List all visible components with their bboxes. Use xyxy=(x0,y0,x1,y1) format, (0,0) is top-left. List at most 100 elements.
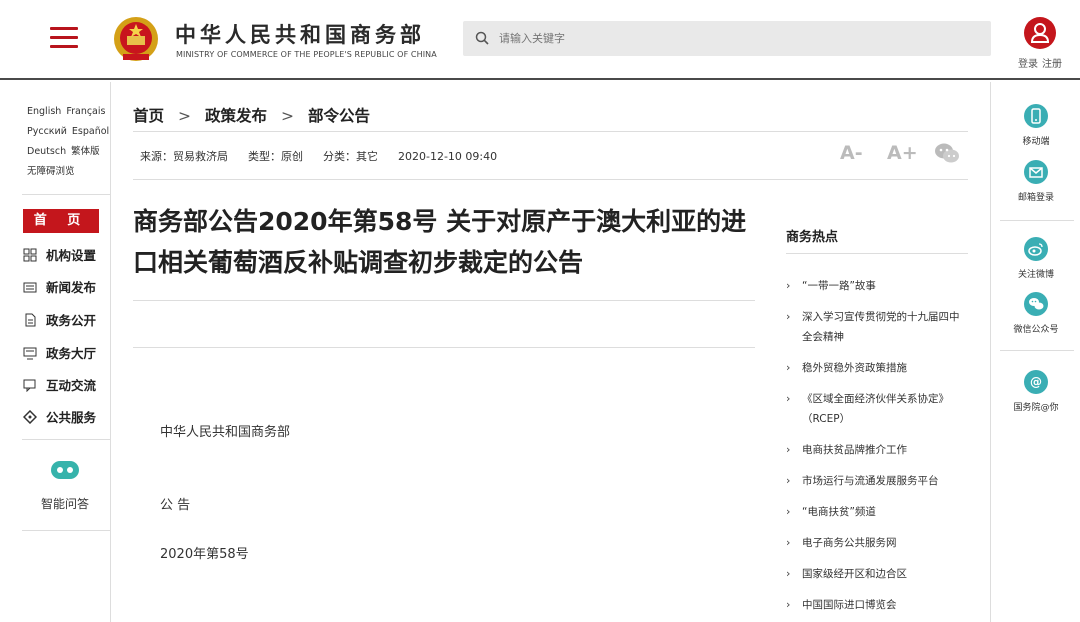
smart-qa-label: 智能问答 xyxy=(40,497,89,511)
smart-qa-button[interactable]: 智能问答 xyxy=(30,459,100,512)
hot-topic-item[interactable]: › 稳外贸稳外资政策措施 xyxy=(786,358,968,378)
hot-topic-item[interactable]: › “一带一路”故事 xyxy=(786,276,968,296)
hot-topics-section: 商务热点 xyxy=(786,226,968,245)
hot-topic-item[interactable]: › 中国国际进口博览会 xyxy=(786,595,968,615)
site-header: 中华人民共和国商务部 MINISTRY OF COMMERCE OF THE P… xyxy=(0,0,1080,80)
hot-topic-item[interactable]: › 电商扶贫品牌推介工作 xyxy=(786,440,968,460)
chevron-right-icon: › xyxy=(786,536,791,549)
chevron-right-icon: > xyxy=(281,107,295,125)
chevron-right-icon: › xyxy=(786,505,791,518)
diamond-icon xyxy=(23,410,37,424)
search-box xyxy=(463,21,991,56)
mail-icon xyxy=(1024,160,1048,184)
divider xyxy=(22,530,110,531)
hot-topic-item[interactable]: › 市场运行与流通发展服务平台 xyxy=(786,471,968,491)
nav-item-label: 互动交流 xyxy=(46,378,97,393)
nav-item-service-hall[interactable]: 政务大厅 xyxy=(23,343,109,363)
divider xyxy=(133,131,968,132)
font-increase-button[interactable]: A+ xyxy=(887,142,918,164)
article-paragraph: 2020年第58号 xyxy=(160,547,249,562)
article-meta: 来源：贸易救济局 类型：原创 分类：其它 2020-12-10 09:40 xyxy=(140,148,517,164)
hot-topics-title: 商务热点 xyxy=(786,230,839,245)
nav-item-organization[interactable]: 机构设置 xyxy=(23,245,109,265)
site-name-cn: 中华人民共和国商务部 xyxy=(175,23,425,47)
email-login-button[interactable]: 邮箱登录 xyxy=(1000,160,1072,203)
nav-item-label: 政务公开 xyxy=(46,313,97,328)
document-icon xyxy=(25,313,36,327)
wechat-share-icon[interactable] xyxy=(934,142,960,164)
breadcrumb-announcements[interactable]: 部令公告 xyxy=(308,107,370,125)
meta-source: 来源：贸易救济局 xyxy=(140,150,228,163)
user-account-icon[interactable] xyxy=(1024,17,1056,49)
login-links: 登录 注册 xyxy=(1018,55,1066,70)
chevron-right-icon: > xyxy=(178,107,192,125)
weibo-icon xyxy=(1024,237,1048,261)
divider xyxy=(133,300,755,301)
mobile-icon xyxy=(1024,104,1048,128)
wechat-icon xyxy=(1024,292,1048,316)
lang-french[interactable]: Français xyxy=(66,106,105,117)
hot-topic-item[interactable]: › 《区域全面经济伙伴关系协定》（RCEP） xyxy=(786,389,968,429)
search-icon[interactable] xyxy=(475,31,489,45)
article-paragraph: 公 告 xyxy=(160,498,191,513)
nav-item-disclosure[interactable]: 政务公开 xyxy=(23,310,109,330)
chevron-right-icon: › xyxy=(786,310,791,323)
nav-item-interaction[interactable]: 互动交流 xyxy=(23,375,109,395)
meta-category: 分类：其它 xyxy=(323,150,378,163)
divider xyxy=(22,194,110,195)
lang-english[interactable]: English xyxy=(27,106,61,117)
chevron-right-icon: › xyxy=(786,443,791,456)
register-link[interactable]: 注册 xyxy=(1042,59,1062,70)
meta-type: 类型：原创 xyxy=(248,150,303,163)
hot-topic-item[interactable]: › 电子商务公共服务网 xyxy=(786,533,968,553)
chevron-right-icon: › xyxy=(786,567,791,580)
chevron-right-icon: › xyxy=(786,392,791,405)
divider xyxy=(133,179,968,180)
chevron-right-icon: › xyxy=(786,279,791,292)
nav-item-public-service[interactable]: 公共服务 xyxy=(23,407,109,427)
lang-german[interactable]: Deutsch xyxy=(27,146,66,157)
site-name-en: MINISTRY OF COMMERCE OF THE PEOPLE'S REP… xyxy=(176,50,437,59)
lang-russian[interactable]: Русский xyxy=(27,126,67,137)
divider xyxy=(133,347,755,348)
breadcrumb-policy[interactable]: 政策发布 xyxy=(205,107,267,125)
divider xyxy=(22,439,110,440)
nav-item-label: 机构设置 xyxy=(46,248,97,263)
hot-topic-item[interactable]: › 深入学习宣传贯彻党的十九届四中全会精神 xyxy=(786,307,968,347)
divider xyxy=(786,253,968,254)
nav-home-button[interactable]: 首 页 xyxy=(23,209,99,233)
state-council-button[interactable]: @ 国务院@你 xyxy=(1000,370,1072,413)
breadcrumb: 首页 > 政策发布 > 部令公告 xyxy=(133,104,370,126)
hot-topic-item[interactable]: › 国家级经开区和边合区 xyxy=(786,564,968,584)
at-sign-icon: @ xyxy=(1024,370,1048,394)
wechat-account-button[interactable]: 微信公众号 xyxy=(1000,292,1072,335)
nav-item-label: 新闻发布 xyxy=(46,280,97,295)
article-paragraph: 中华人民共和国商务部 xyxy=(160,425,291,440)
nav-item-news[interactable]: 新闻发布 xyxy=(23,277,109,297)
breadcrumb-home[interactable]: 首页 xyxy=(133,107,164,125)
language-list: English Français Русский Español Deutsch 繁体… xyxy=(27,102,109,182)
chevron-right-icon: › xyxy=(786,361,791,374)
robot-icon xyxy=(51,461,79,479)
weibo-follow-button[interactable]: 关注微博 xyxy=(1000,237,1072,280)
left-nav: English Français Русский Español Deutsch 繁体… xyxy=(0,82,111,622)
lang-accessible[interactable]: 无障碍浏览 xyxy=(27,166,75,177)
lang-traditional-chinese[interactable]: 繁体版 xyxy=(71,146,100,157)
meta-datetime: 2020-12-10 09:40 xyxy=(398,150,498,163)
nav-item-label: 政务大厅 xyxy=(46,346,97,361)
divider xyxy=(1000,220,1074,221)
chat-icon xyxy=(23,379,36,392)
newspaper-icon xyxy=(23,282,37,293)
chevron-right-icon: › xyxy=(786,474,791,487)
search-input[interactable] xyxy=(499,21,979,56)
mobile-app-button[interactable]: 移动端 xyxy=(1000,104,1072,147)
font-decrease-button[interactable]: A- xyxy=(840,142,863,164)
nav-item-label: 公共服务 xyxy=(46,410,97,425)
national-emblem-icon xyxy=(114,17,158,61)
article-title: 商务部公告2020年第58号 关于对原产于澳大利亚的进口相关葡萄酒反补贴调查初步… xyxy=(133,207,747,277)
lang-spanish[interactable]: Español xyxy=(72,126,109,137)
hot-topic-item[interactable]: › “电商扶贫”频道 xyxy=(786,502,968,522)
login-link[interactable]: 登录 xyxy=(1018,59,1038,70)
grid-icon xyxy=(23,248,37,262)
hamburger-menu-icon[interactable] xyxy=(50,27,78,51)
